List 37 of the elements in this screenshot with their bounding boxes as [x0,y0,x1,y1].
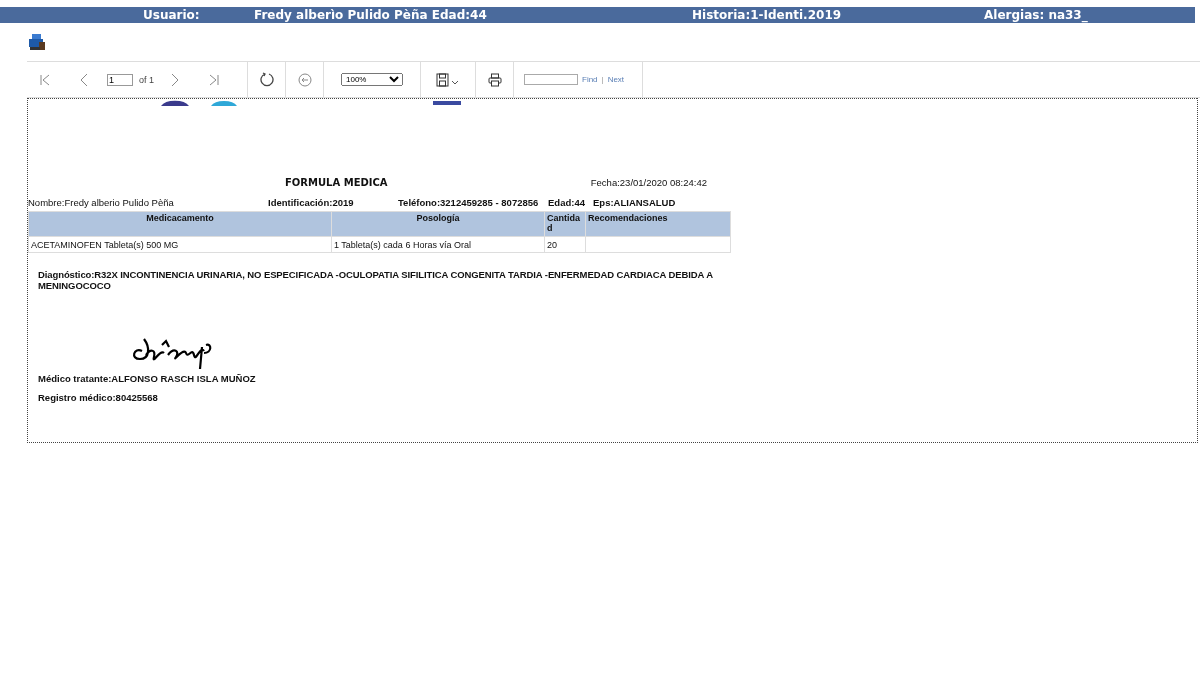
patient-name: Fredy alberìo Pulido Pèña Edad:44 [254,7,487,23]
back-icon[interactable] [297,72,312,87]
save-icon[interactable] [436,72,460,87]
patient-field: Edad:44 [548,196,593,208]
previous-page-icon[interactable] [79,72,89,87]
page-number-field[interactable]: 1 [107,73,133,86]
separator: | [601,75,604,84]
find-link[interactable]: Find [582,75,598,84]
column-header: Medicacamento [28,211,332,237]
history-id: Historia:1-Identi.2019 [692,7,842,23]
first-page-icon[interactable] [39,73,51,86]
doctor-name: Médico tratante:ALFONSO RASCH ISLA MUÑOZ [38,373,257,384]
patient-field: Eps:ALIANSALUD [593,196,676,208]
table-cell: ACETAMINOFEN Tableta(s) 500 MG [28,236,332,253]
patient-field: Teléfono:3212459285 - 8072856 [398,196,548,208]
column-header: Cantidad [544,211,586,237]
find-field[interactable] [524,74,578,85]
patient-field: Nombre:Fredy alberio Pulido Pèña [28,196,268,208]
diagnosis-text: Diagnóstico:R32X INCONTINENCIA URINARIA, NO ESPECIFICADA -OCULOPATIA SIFILITICA CONGENITA TARDIA -ENFERMEDAD CARDIACA DEBIDA A MENINGOCOCO [38,269,714,291]
column-header: Recomendaciones [585,211,731,237]
report-date: Fecha:23/01/2020 08:24:42 [590,176,707,188]
table-cell: 20 [544,236,586,253]
printer-icon[interactable] [27,33,47,51]
last-page-icon[interactable] [208,73,220,86]
print-icon[interactable] [487,72,502,87]
report-title: FORMULA MEDICA [285,176,388,188]
next-page-icon[interactable] [170,72,180,87]
allergies: Alergias: na33_ [984,7,1088,23]
next-link[interactable]: Next [607,75,625,84]
column-header: Posología [331,211,545,237]
page-count: of 1 [139,74,154,85]
table-cell: 1 Tableta(s) cada 6 Horas vía Oral [331,236,545,253]
user-label: Usuario: [143,7,200,23]
zoom-select[interactable]: 100% [341,73,403,86]
refresh-icon[interactable] [259,72,274,87]
registry-number: Registro médico:80425568 [38,392,159,403]
patient-field: Identificación:2019 [268,196,398,208]
